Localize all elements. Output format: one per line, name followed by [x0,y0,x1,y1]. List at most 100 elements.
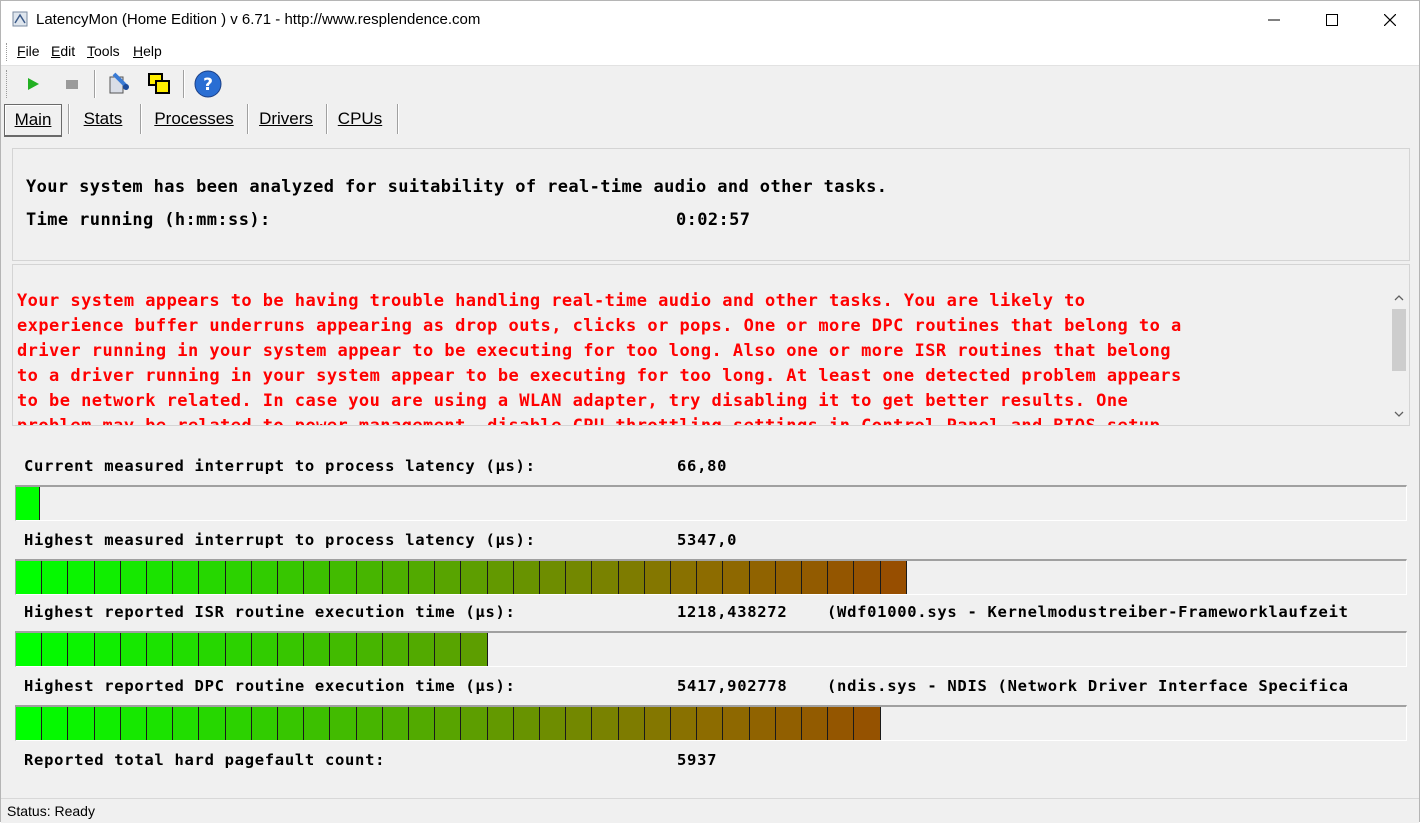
minimize-button[interactable] [1245,1,1303,39]
meter-segment [618,561,645,594]
analyzer-button[interactable] [104,68,134,100]
meter-segment [278,707,305,740]
meter-segment [173,707,200,740]
meter-segment [304,561,331,594]
tab-stats[interactable]: Stats [73,104,133,134]
meter-segment [330,561,357,594]
highest-latency-meter [15,559,1407,595]
meter-segment [356,561,383,594]
meter-segment [802,561,829,594]
meter-segment [854,561,881,594]
tab-main[interactable]: Main [4,104,62,137]
meter-segment [828,561,855,594]
warning-line: problem may be related to power manageme… [17,416,1171,426]
meter-segment [16,633,43,666]
meter-segment [16,487,40,520]
help-icon: ? [194,70,222,98]
tab-separator [68,104,70,134]
stop-button[interactable] [57,68,87,100]
menu-file[interactable]: File [17,43,40,59]
meter-segment [775,561,802,594]
pagefault-label: Reported total hard pagefault count: [24,751,386,769]
tab-processes[interactable]: Processes [147,104,241,134]
close-button[interactable] [1361,1,1419,39]
meter-segment [461,707,488,740]
meter-segment [749,561,776,594]
meter-segment [120,707,147,740]
menu-edit[interactable]: Edit [51,43,75,59]
toolbar-separator [94,70,96,98]
highest-latency-label: Highest measured interrupt to process la… [24,531,536,549]
meter-segment [409,633,436,666]
tab-separator [326,104,328,134]
scroll-down-icon[interactable] [1389,407,1409,421]
menu-tools[interactable]: Tools [87,43,120,59]
warning-line: driver running in your system appear to … [17,341,1171,361]
meter-segment [382,707,409,740]
meter-segment [697,707,724,740]
meter-segment [382,633,409,666]
status-text: Status: Ready [7,803,95,819]
meter-segment [68,633,95,666]
window-title: LatencyMon (Home Edition ) v 6.71 - http… [36,11,481,28]
current-latency-meter [15,485,1407,521]
meter-segment [94,707,121,740]
meter-segment [173,561,200,594]
start-button[interactable] [18,68,48,100]
meter-segment [173,633,200,666]
meter-segment [225,633,252,666]
windows-button[interactable] [144,68,174,100]
menu-bar: File Edit Tools Help [1,39,1419,66]
scroll-up-icon[interactable] [1389,291,1409,305]
scroll-thumb[interactable] [1392,309,1406,371]
meter-segment [723,707,750,740]
meter-segment [278,633,305,666]
toolbar: ? [1,66,1419,102]
analyzer-icon [109,72,129,94]
meter-segment [435,633,462,666]
stop-icon [66,80,78,89]
title-bar[interactable]: LatencyMon (Home Edition ) v 6.71 - http… [1,1,1419,39]
windows-icon [148,73,170,94]
menu-grip [6,43,9,61]
meter-segment [880,561,907,594]
meter-segment [671,707,698,740]
meter-segment [94,561,121,594]
isr-meter [15,631,1407,667]
tab-separator [247,104,249,134]
isr-value: 1218,438272 [677,603,788,621]
dpc-label: Highest reported DPC routine execution t… [24,677,516,695]
meter-segment [566,561,593,594]
meter-segment [120,561,147,594]
meter-segment [304,633,331,666]
isr-driver-detail: (Wdf01000.sys - Kernelmodustreiber-Frame… [827,603,1349,621]
meter-segment [802,707,829,740]
meter-segment [540,707,567,740]
status-bar: Status: Ready [1,798,1419,823]
toolbar-grip [6,70,7,98]
meter-segment [199,633,226,666]
meter-segment [435,707,462,740]
meter-segment [723,561,750,594]
maximize-button[interactable] [1303,1,1361,39]
current-latency-value: 66,80 [677,457,728,475]
meter-segment [671,561,698,594]
play-icon [28,78,39,90]
background-strip [1420,0,1424,824]
menu-help[interactable]: Help [133,43,162,59]
help-button[interactable]: ? [193,68,223,100]
dpc-value: 5417,902778 [677,677,788,695]
tab-drivers[interactable]: Drivers [251,104,321,134]
meter-segment [592,707,619,740]
close-icon [1384,14,1396,26]
latencymon-window: LatencyMon (Home Edition ) v 6.71 - http… [0,0,1420,823]
meter-segment [225,561,252,594]
meter-segment [199,707,226,740]
meter-segment [644,561,671,594]
tab-cpus[interactable]: CPUs [331,104,389,134]
meter-segment [225,707,252,740]
tab-separator [140,104,142,134]
meter-segment [147,633,174,666]
meter-segment [68,561,95,594]
warning-scrollbar[interactable] [1389,265,1409,425]
